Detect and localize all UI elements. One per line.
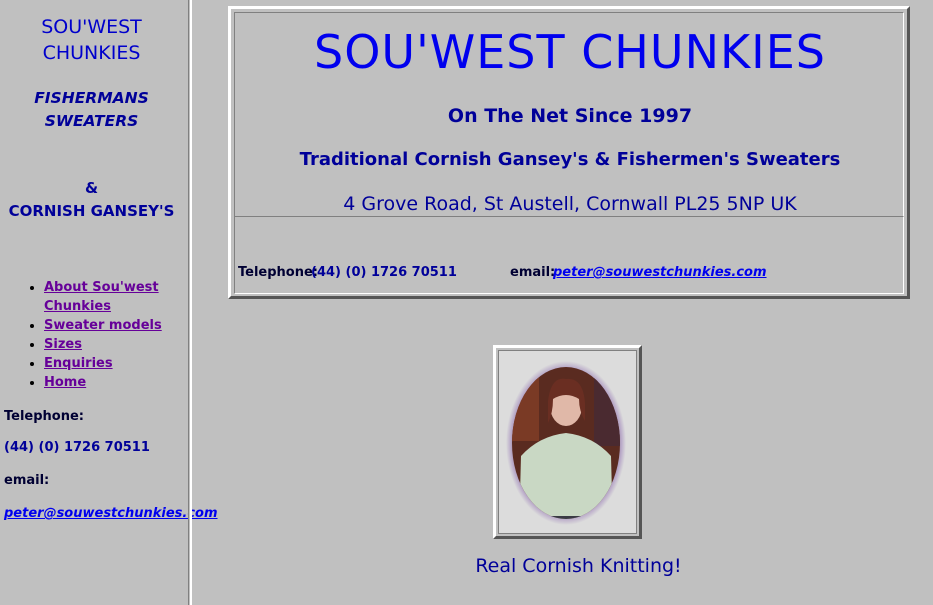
header-email-link[interactable]: peter@souwestchunkies.com [553,265,767,280]
nav-item-home: Home [44,373,194,392]
nav-item-sizes: Sizes [44,335,194,354]
sidebar-email-link[interactable]: peter@souwestchunkies.com [4,506,218,521]
header-telephone-label: Telephone: [238,265,318,280]
sidebar-ampersand: & [84,179,99,197]
nav-item-sweater-models: Sweater models [44,316,194,335]
nav-link-home[interactable]: Home [44,375,86,390]
page-title: SOU'WEST CHUNKIES [314,25,826,79]
nav-item-about: About Sou'west Chunkies [44,278,194,316]
header-contact-cell: Telephone: (44) (0) 1726 70511 email: pe… [234,216,904,294]
tagline: Traditional Cornish Gansey's & Fishermen… [299,149,841,170]
photo [498,350,637,534]
sidebar-subtitle: FISHERMANS SWEATERS [34,89,149,130]
sidebar-telephone-value: (44) (0) 1726 70511 [4,440,150,455]
sidebar: SOU'WEST CHUNKIES FISHERMANS SWEATERS & … [0,0,218,605]
nav-link-sweater-models[interactable]: Sweater models [44,318,162,333]
nav-item-enquiries: Enquiries [44,354,194,373]
sweater-photo-image [506,361,626,525]
sidebar-title: SOU'WEST CHUNKIES [41,16,142,64]
sidebar-gansey: CORNISH GANSEY'S [8,202,175,220]
sidebar-divider [188,0,192,605]
sidebar-telephone-label: Telephone: [4,409,84,424]
photo-frame [493,345,642,539]
address: 4 Grove Road, St Austell, Cornwall PL25 … [343,193,797,215]
header-box: SOU'WEST CHUNKIES On The Net Since 1997 … [228,6,910,299]
nav-link-sizes[interactable]: Sizes [44,337,82,352]
sidebar-nav: About Sou'west Chunkies Sweater models S… [30,278,194,392]
sidebar-email-label: email: [4,473,50,488]
header-top-cell: SOU'WEST CHUNKIES On The Net Since 1997 … [234,12,904,217]
header-telephone-value: (44) (0) 1726 70511 [311,265,457,280]
since-text: On The Net Since 1997 [447,105,693,127]
nav-link-enquiries[interactable]: Enquiries [44,356,113,371]
nav-link-about[interactable]: About Sou'west Chunkies [44,280,159,314]
header-email-label: email: [510,265,556,280]
photo-caption: Real Cornish Knitting! [475,555,682,577]
